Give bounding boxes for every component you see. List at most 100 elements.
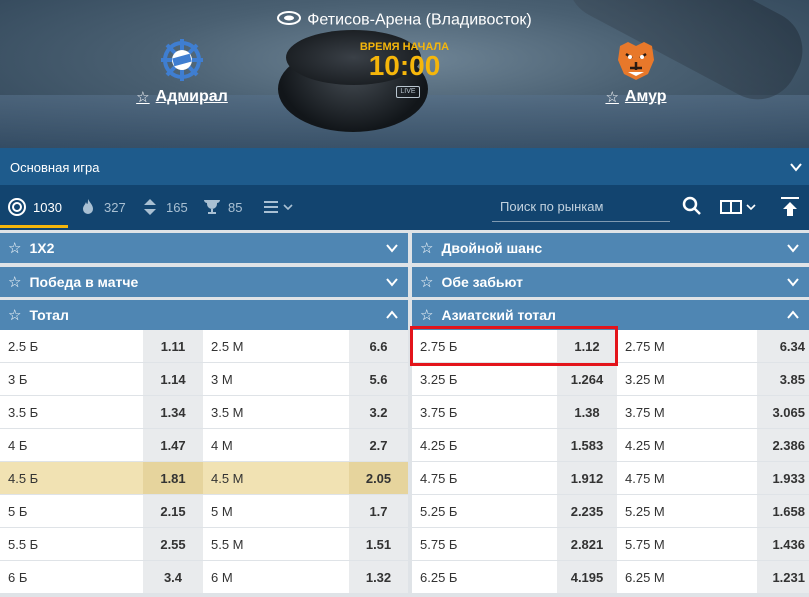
over-label[interactable]: 3.25 Б: [412, 363, 557, 395]
over-odd[interactable]: 2.821: [557, 528, 617, 560]
over-odd[interactable]: 1.264: [557, 363, 617, 395]
market-double-chance[interactable]: ☆ Двойной шанс: [412, 233, 809, 263]
filter-sort[interactable]: 165: [140, 195, 188, 219]
under-odd[interactable]: 3.2: [349, 396, 408, 428]
chevron-down-icon[interactable]: [787, 276, 799, 288]
over-label[interactable]: 6.25 Б: [412, 561, 557, 593]
favorite-star-icon[interactable]: ☆: [420, 239, 433, 257]
filter-popular[interactable]: 327: [78, 195, 126, 219]
favorite-star-icon[interactable]: ☆: [8, 273, 21, 291]
under-label[interactable]: 3 М: [203, 363, 349, 395]
chevron-up-icon[interactable]: [386, 309, 398, 321]
under-odd[interactable]: 5.6: [349, 363, 408, 395]
under-odd[interactable]: 2.7: [349, 429, 408, 461]
under-label[interactable]: 5.5 М: [203, 528, 349, 560]
over-label[interactable]: 4.5 Б: [0, 462, 143, 494]
under-odd[interactable]: 6.34: [757, 330, 809, 362]
under-odd[interactable]: 6.6: [349, 330, 408, 362]
arena-name: Фетисов-Арена (Владивосток): [307, 11, 532, 29]
over-odd[interactable]: 4.195: [557, 561, 617, 593]
market-total[interactable]: ☆ Тотал: [0, 300, 408, 330]
favorite-star-icon[interactable]: ☆: [136, 88, 149, 106]
filter-cup[interactable]: 85: [202, 195, 242, 219]
under-odd[interactable]: 1.7: [349, 495, 408, 527]
away-team-name[interactable]: Амур: [625, 88, 667, 106]
under-odd[interactable]: 1.32: [349, 561, 408, 593]
under-odd[interactable]: 2.386: [757, 429, 809, 461]
under-label[interactable]: 5 М: [203, 495, 349, 527]
scroll-top-icon[interactable]: [775, 192, 805, 222]
favorite-star-icon[interactable]: ☆: [420, 306, 433, 324]
under-label[interactable]: 4.75 М: [617, 462, 757, 494]
over-label[interactable]: 5.25 Б: [412, 495, 557, 527]
under-label[interactable]: 4.25 М: [617, 429, 757, 461]
under-label[interactable]: 4.5 М: [203, 462, 349, 494]
over-label[interactable]: 4.25 Б: [412, 429, 557, 461]
favorite-star-icon[interactable]: ☆: [420, 273, 433, 291]
over-odd[interactable]: 1.34: [143, 396, 203, 428]
market-match-win[interactable]: ☆ Победа в матче: [0, 267, 408, 297]
over-odd[interactable]: 1.11: [143, 330, 203, 362]
under-odd[interactable]: 1.436: [757, 528, 809, 560]
over-label[interactable]: 4.75 Б: [412, 462, 557, 494]
chevron-up-icon[interactable]: [787, 309, 799, 321]
under-odd[interactable]: 1.51: [349, 528, 408, 560]
market-search-input[interactable]: Поиск по рынкам: [492, 192, 670, 222]
over-odd[interactable]: 1.912: [557, 462, 617, 494]
over-odd[interactable]: 1.81: [143, 462, 203, 494]
under-odd[interactable]: 1.658: [757, 495, 809, 527]
under-label[interactable]: 2.75 М: [617, 330, 757, 362]
under-label[interactable]: 3.25 М: [617, 363, 757, 395]
over-label[interactable]: 2.5 Б: [0, 330, 143, 362]
under-label[interactable]: 2.5 М: [203, 330, 349, 362]
away-team[interactable]: ☆ Амур: [566, 38, 706, 107]
over-label[interactable]: 3.5 Б: [0, 396, 143, 428]
under-label[interactable]: 6.25 М: [617, 561, 757, 593]
favorite-star-icon[interactable]: ☆: [8, 306, 21, 324]
list-menu-icon: [264, 201, 293, 213]
live-tv-icon[interactable]: LIVE: [396, 86, 420, 98]
over-odd[interactable]: 1.583: [557, 429, 617, 461]
over-label[interactable]: 5.5 Б: [0, 528, 143, 560]
under-odd[interactable]: 3.85: [757, 363, 809, 395]
over-label[interactable]: 3.75 Б: [412, 396, 557, 428]
under-label[interactable]: 6 М: [203, 561, 349, 593]
favorite-star-icon[interactable]: ☆: [605, 88, 618, 106]
over-label[interactable]: 6 Б: [0, 561, 143, 593]
over-label[interactable]: 4 Б: [0, 429, 143, 461]
over-odd[interactable]: 1.38: [557, 396, 617, 428]
under-label[interactable]: 3.75 М: [617, 396, 757, 428]
over-odd[interactable]: 2.235: [557, 495, 617, 527]
over-label[interactable]: 5 Б: [0, 495, 143, 527]
under-label[interactable]: 5.75 М: [617, 528, 757, 560]
home-team-name[interactable]: Адмирал: [156, 88, 228, 106]
under-label[interactable]: 5.25 М: [617, 495, 757, 527]
over-label[interactable]: 3 Б: [0, 363, 143, 395]
under-odd[interactable]: 2.05: [349, 462, 408, 494]
layout-columns-icon[interactable]: [719, 198, 761, 216]
over-odd[interactable]: 2.55: [143, 528, 203, 560]
chevron-down-icon[interactable]: [789, 160, 803, 174]
favorite-star-icon[interactable]: ☆: [8, 239, 21, 257]
filter-list-menu[interactable]: [262, 195, 296, 219]
under-odd[interactable]: 3.065: [757, 396, 809, 428]
chevron-down-icon[interactable]: [787, 242, 799, 254]
under-odd[interactable]: 1.231: [757, 561, 809, 593]
under-odd[interactable]: 1.933: [757, 462, 809, 494]
under-label[interactable]: 3.5 М: [203, 396, 349, 428]
market-1x2[interactable]: ☆ 1X2: [0, 233, 408, 263]
over-label[interactable]: 5.75 Б: [412, 528, 557, 560]
chevron-down-icon[interactable]: [386, 276, 398, 288]
main-game-selector[interactable]: Основная игра: [0, 148, 809, 185]
asian-total-row: 5.75 Б 2.821 5.75 М 1.436: [412, 528, 809, 560]
under-label[interactable]: 4 М: [203, 429, 349, 461]
over-odd[interactable]: 1.14: [143, 363, 203, 395]
over-odd[interactable]: 2.15: [143, 495, 203, 527]
filter-all[interactable]: 1030: [7, 195, 62, 219]
search-icon[interactable]: [682, 196, 702, 216]
chevron-down-icon[interactable]: [386, 242, 398, 254]
over-odd[interactable]: 3.4: [143, 561, 203, 593]
market-both-score[interactable]: ☆ Обе забьют: [412, 267, 809, 297]
over-odd[interactable]: 1.47: [143, 429, 203, 461]
asian-total-row: 4.75 Б 1.912 4.75 М 1.933: [412, 462, 809, 494]
